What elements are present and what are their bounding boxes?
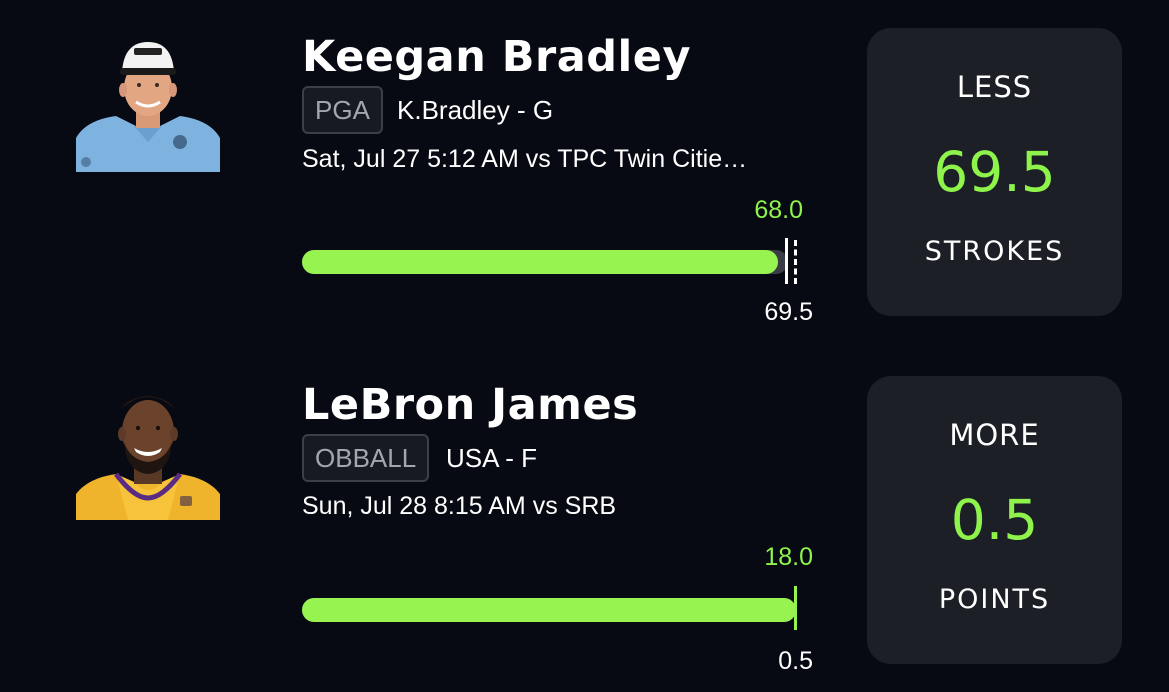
pick-direction: LESS [956,70,1033,104]
current-score: 18.0 [764,543,813,571]
pick-line: 69.5 [933,140,1056,204]
league-badge: OBBALL [302,434,430,482]
line-value: 69.5 [764,298,813,326]
team-position: K.Bradley - G [397,95,554,125]
line-value: 0.5 [778,647,813,675]
basketball-player-headshot-icon [76,386,220,520]
player-name: Keegan Bradley [302,32,691,82]
team-position: USA - F [446,443,538,473]
pick-card[interactable]: LESS 69.5 STROKES [867,28,1122,316]
pick-unit: POINTS [938,584,1051,615]
pick-unit: STROKES [924,236,1065,267]
progress-fill [302,598,796,622]
pick-row: Keegan Bradley PGA K.Bradley - G Sat, Ju… [0,0,1169,346]
game-info: Sat, Jul 27 5:12 AM vs TPC Twin Citie… [302,145,748,173]
league-badge: PGA [302,86,383,134]
line-marker [794,586,797,630]
player-name: LeBron James [302,380,639,430]
line-marker-dashed [794,240,797,284]
pick-row: LeBron James OBBALL USA - F Sun, Jul 28 … [0,346,1169,692]
golfer-headshot-icon [76,38,220,172]
pick-card[interactable]: MORE 0.5 POINTS [867,376,1122,664]
progress-fill [302,250,779,274]
progress-track [302,250,788,274]
pick-line: 0.5 [950,488,1039,552]
current-score: 68.0 [754,196,803,224]
progress-track [302,598,796,622]
line-marker [785,238,788,284]
game-info: Sun, Jul 28 8:15 AM vs SRB [302,492,617,520]
pick-direction: MORE [949,418,1040,452]
